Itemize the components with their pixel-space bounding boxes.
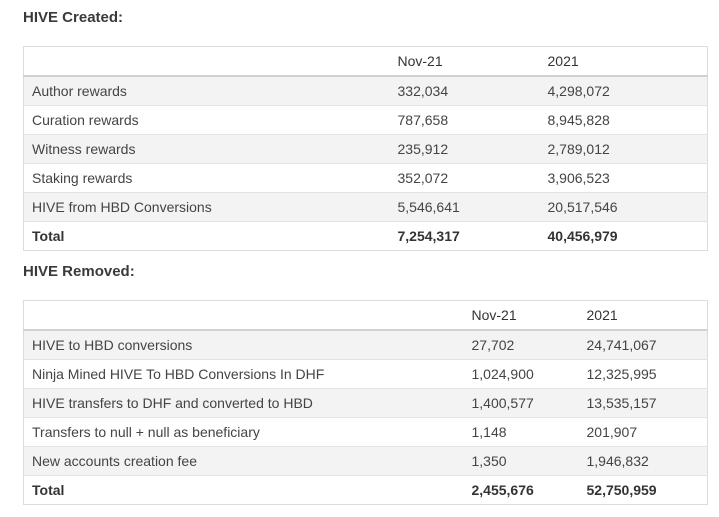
row-value-nov21: 1,148 [463, 417, 579, 447]
row-value-nov21: 1,350 [463, 446, 579, 476]
row-label: New accounts creation fee [23, 446, 464, 476]
row-value-nov21: 235,912 [389, 134, 540, 164]
total-label: Total [23, 221, 390, 251]
table-row: Transfers to null + null as beneficiary … [23, 417, 708, 447]
table-header-row: Nov-21 2021 [23, 46, 708, 77]
table-row: Staking rewards 352,072 3,906,523 [23, 163, 708, 193]
row-label: Author rewards [23, 75, 390, 106]
row-value-nov21: 332,034 [389, 75, 540, 106]
row-label: Witness rewards [23, 134, 390, 164]
row-value-nov21: 352,072 [389, 163, 540, 193]
row-label: HIVE transfers to DHF and converted to H… [23, 388, 464, 418]
row-value-2021: 3,906,523 [539, 163, 708, 193]
row-value-2021: 20,517,546 [539, 192, 708, 222]
total-value-2021: 40,456,979 [539, 221, 708, 251]
table-row: HIVE from HBD Conversions 5,546,641 20,5… [23, 192, 708, 222]
table-row: HIVE transfers to DHF and converted to H… [23, 388, 708, 418]
column-header-2021: 2021 [578, 300, 708, 331]
hive-removed-heading: HIVE Removed: [23, 263, 135, 280]
row-value-nov21: 1,024,900 [463, 359, 579, 389]
total-value-nov21: 7,254,317 [389, 221, 540, 251]
column-header-nov21: Nov-21 [463, 300, 579, 331]
column-header-label [23, 46, 390, 77]
row-value-2021: 1,946,832 [578, 446, 708, 476]
total-label: Total [23, 475, 464, 505]
row-label: Curation rewards [23, 105, 390, 135]
total-row: Total 2,455,676 52,750,959 [23, 475, 708, 505]
hive-created-table: Nov-21 2021 Author rewards 332,034 4,298… [23, 46, 708, 251]
row-value-nov21: 27,702 [463, 329, 579, 360]
hive-removed-table: Nov-21 2021 HIVE to HBD conversions 27,7… [23, 300, 708, 505]
row-value-2021: 4,298,072 [539, 75, 708, 106]
row-label: HIVE from HBD Conversions [23, 192, 390, 222]
row-value-2021: 2,789,012 [539, 134, 708, 164]
row-label: Transfers to null + null as beneficiary [23, 417, 464, 447]
row-value-2021: 12,325,995 [578, 359, 708, 389]
table-header-row: Nov-21 2021 [23, 300, 708, 331]
row-value-2021: 8,945,828 [539, 105, 708, 135]
row-value-nov21: 1,400,577 [463, 388, 579, 418]
column-header-label [23, 300, 464, 331]
column-header-nov21: Nov-21 [389, 46, 540, 77]
row-label: Ninja Mined HIVE To HBD Conversions In D… [23, 359, 464, 389]
table-row: Author rewards 332,034 4,298,072 [23, 75, 708, 106]
total-value-2021: 52,750,959 [578, 475, 708, 505]
table-row: New accounts creation fee 1,350 1,946,83… [23, 446, 708, 476]
row-value-2021: 13,535,157 [578, 388, 708, 418]
table-row: Ninja Mined HIVE To HBD Conversions In D… [23, 359, 708, 389]
row-label: HIVE to HBD conversions [23, 329, 464, 360]
row-label: Staking rewards [23, 163, 390, 193]
column-header-2021: 2021 [539, 46, 708, 77]
row-value-2021: 201,907 [578, 417, 708, 447]
row-value-nov21: 787,658 [389, 105, 540, 135]
row-value-2021: 24,741,067 [578, 329, 708, 360]
table-row: Witness rewards 235,912 2,789,012 [23, 134, 708, 164]
table-row: Curation rewards 787,658 8,945,828 [23, 105, 708, 135]
row-value-nov21: 5,546,641 [389, 192, 540, 222]
table-row: HIVE to HBD conversions 27,702 24,741,06… [23, 329, 708, 360]
total-value-nov21: 2,455,676 [463, 475, 579, 505]
hive-created-heading: HIVE Created: [23, 9, 124, 26]
total-row: Total 7,254,317 40,456,979 [23, 221, 708, 251]
